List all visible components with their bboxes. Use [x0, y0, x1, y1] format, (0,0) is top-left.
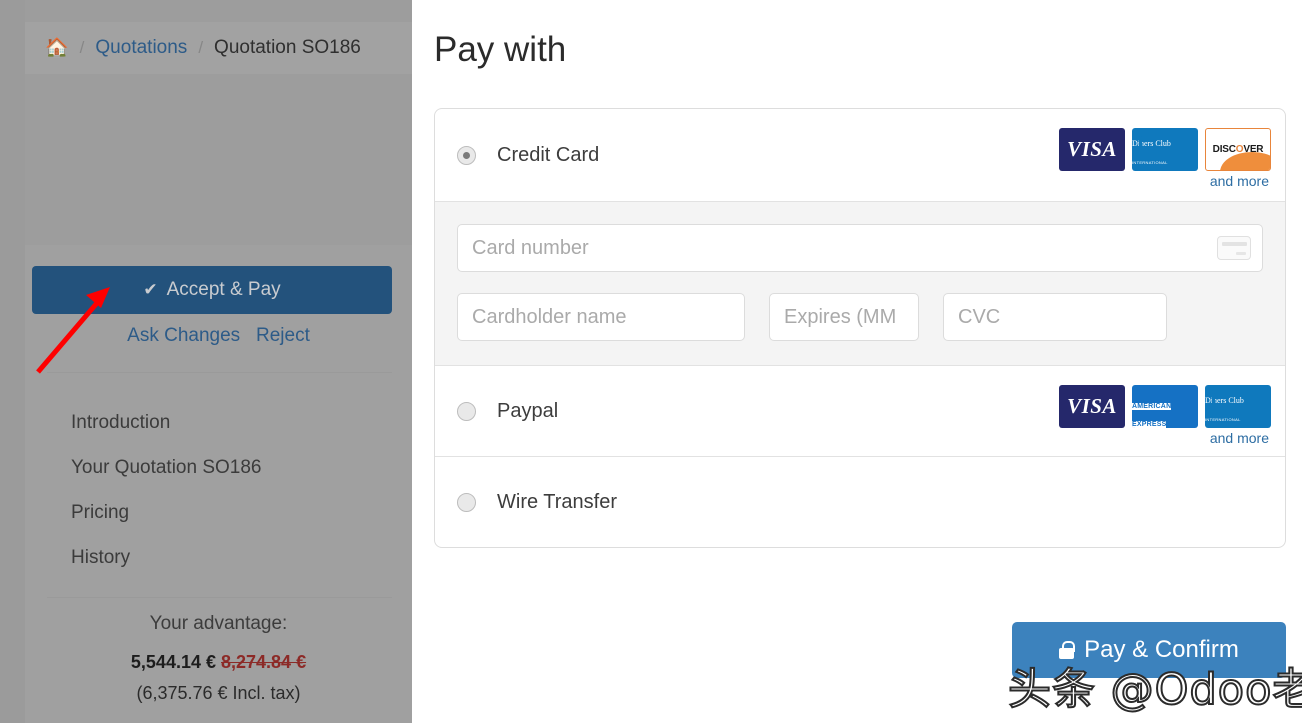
watermark: 头条 @Odoo老杨	[1007, 664, 1302, 716]
advantage-block: Your advantage: 5,544.14 € 8,274.84 € (6…	[25, 613, 412, 704]
sidebar-divider-top	[47, 372, 392, 373]
expires-field[interactable]: Expires (MM	[769, 293, 919, 341]
cvc-placeholder: CVC	[958, 305, 1001, 328]
card-number-placeholder: Card number	[472, 236, 589, 259]
breadcrumb: 🏠 / Quotations / Quotation SO186	[25, 22, 412, 74]
diners-club-logo-icon: Diners Club INTERNATIONAL	[1205, 385, 1271, 428]
background-page: 🏠 / Quotations / Quotation SO186 ✔ Accep…	[0, 0, 412, 723]
breadcrumb-separator-2: /	[198, 38, 204, 57]
ask-changes-link[interactable]: Ask Changes	[127, 325, 240, 346]
advantage-old-price: 8,274.84 €	[221, 652, 307, 672]
visa-logo-icon: VISA	[1059, 385, 1125, 428]
advantage-new-price: 5,544.14 €	[130, 652, 216, 672]
check-icon: ✔	[143, 280, 158, 299]
card-number-field[interactable]: Card number	[457, 224, 1263, 272]
quotation-sidebar: ✔ Accept & Pay Ask Changes Reject Introd…	[25, 245, 412, 723]
payment-method-wire-transfer[interactable]: Wire Transfer	[435, 457, 1285, 547]
accept-and-pay-button[interactable]: ✔ Accept & Pay	[32, 266, 392, 314]
secondary-actions: Ask Changes Reject	[25, 325, 412, 347]
visa-logo-icon: VISA	[1059, 128, 1125, 171]
and-more-link-paypal[interactable]: and more	[1210, 430, 1269, 446]
radio-wire-transfer[interactable]	[457, 492, 476, 512]
payment-method-label-credit-card: Credit Card	[497, 143, 600, 166]
reject-link[interactable]: Reject	[256, 325, 310, 346]
and-more-link-credit-card[interactable]: and more	[1210, 173, 1269, 189]
advantage-title: Your advantage:	[149, 613, 288, 634]
payment-modal: Pay with Credit Card VISA Diners Club IN…	[412, 0, 1302, 723]
sidebar-item-history[interactable]: History	[71, 547, 262, 569]
payment-method-label-paypal: Paypal	[497, 399, 559, 422]
page-title: Pay with	[434, 30, 567, 69]
diners-club-logo-icon: Diners Club INTERNATIONAL	[1132, 128, 1198, 171]
american-express-logo-icon: AMERICAN EXPRESS	[1132, 385, 1198, 428]
breadcrumb-item-current: Quotation SO186	[214, 37, 361, 58]
sidebar-item-pricing[interactable]: Pricing	[71, 502, 262, 524]
sidebar-divider-bottom	[47, 597, 392, 598]
sidebar-item-introduction[interactable]: Introduction	[71, 412, 262, 434]
breadcrumb-item-quotations[interactable]: Quotations	[95, 37, 187, 59]
payment-methods-panel: Credit Card VISA Diners Club INTERNATION…	[434, 108, 1286, 548]
sidebar-item-your-quotation[interactable]: Your Quotation SO186	[71, 457, 262, 479]
payment-method-paypal[interactable]: Paypal VISA AMERICAN EXPRESS Diners Club…	[435, 366, 1285, 456]
paypal-brand-logos: VISA AMERICAN EXPRESS Diners Club INTERN…	[1059, 385, 1271, 428]
home-icon[interactable]: 🏠	[45, 39, 69, 58]
accept-and-pay-label: Accept & Pay	[166, 279, 281, 300]
card-form-second-row: Cardholder name Expires (MM CVC	[457, 293, 1263, 341]
advantage-prices: 5,544.14 € 8,274.84 € (6,375.76 € Incl. …	[25, 652, 412, 704]
radio-paypal[interactable]	[457, 401, 476, 421]
credit-card-brand-logos: VISA Diners Club INTERNATIONAL DISCOVER	[1059, 128, 1271, 171]
discover-logo-icon: DISCOVER	[1205, 128, 1271, 171]
payment-method-credit-card[interactable]: Credit Card VISA Diners Club INTERNATION…	[435, 109, 1285, 201]
screen: 🏠 / Quotations / Quotation SO186 ✔ Accep…	[0, 0, 1302, 723]
payment-method-label-wire-transfer: Wire Transfer	[497, 490, 618, 513]
cardholder-name-field[interactable]: Cardholder name	[457, 293, 745, 341]
credit-card-icon	[1217, 236, 1251, 260]
breadcrumb-separator-1: /	[79, 38, 85, 57]
sidebar-nav: Introduction Your Quotation SO186 Pricin…	[71, 412, 262, 592]
credit-card-form: Card number Cardholder name Expires (MM …	[435, 201, 1285, 366]
cardholder-name-placeholder: Cardholder name	[472, 305, 627, 328]
cvc-field[interactable]: CVC	[943, 293, 1167, 341]
expires-placeholder: Expires (MM	[784, 305, 897, 328]
radio-credit-card[interactable]	[457, 145, 476, 165]
advantage-incl-tax: (6,375.76 € Incl. tax)	[136, 683, 301, 703]
